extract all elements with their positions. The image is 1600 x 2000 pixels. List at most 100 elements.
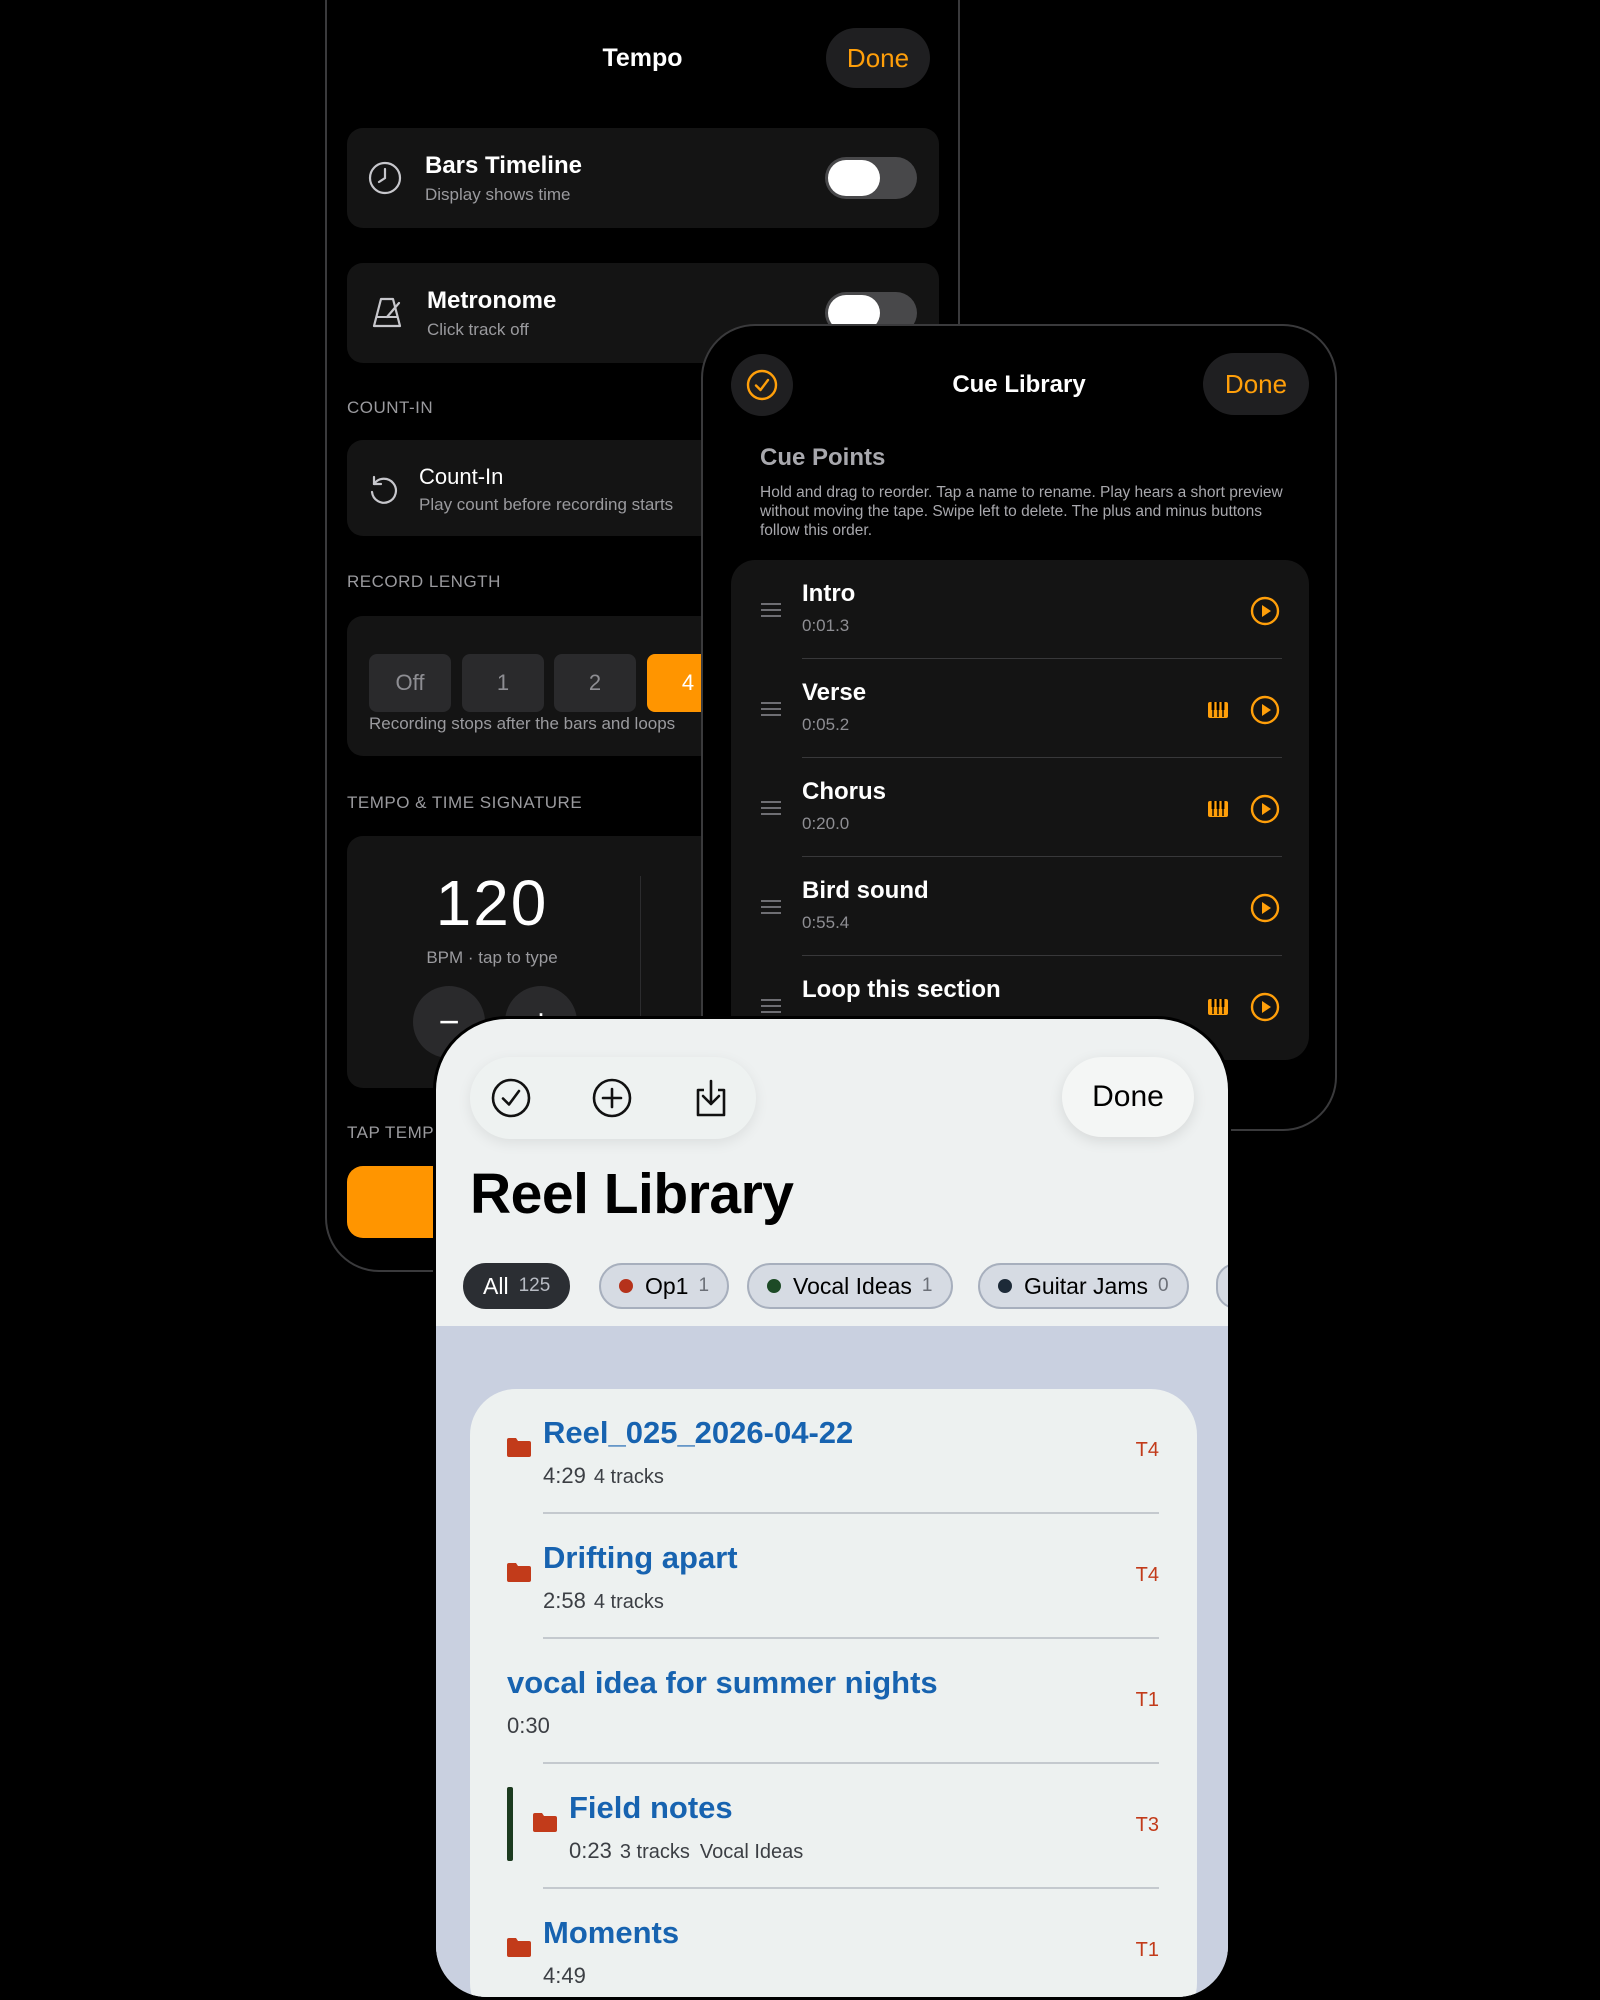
cue-row[interactable]: Bird sound 0:55.4 <box>731 857 1309 956</box>
metronome-icon <box>372 297 402 328</box>
take-badge: T4 <box>1135 1564 1159 1586</box>
drag-handle-icon[interactable] <box>761 900 781 918</box>
collection-color-bar <box>507 1787 513 1861</box>
folder-icon <box>507 1938 531 1957</box>
play-icon[interactable] <box>1249 793 1281 825</box>
chip-label: Op1 <box>645 1272 689 1299</box>
tap-tempo-section-label: TAP TEMP <box>347 1123 435 1142</box>
reel-library-panel: Done Reel Library All 125 Op1 1 Vocal Id… <box>433 1016 1231 2000</box>
play-icon[interactable] <box>1249 892 1281 924</box>
color-dot <box>619 1279 633 1293</box>
folder-icon <box>507 1438 531 1457</box>
take-badge: T3 <box>1135 1814 1159 1836</box>
record-length-off[interactable]: Off <box>369 654 451 712</box>
check-circle-icon[interactable] <box>490 1077 532 1119</box>
filter-chip-guitar-jams[interactable]: Guitar Jams 0 <box>978 1263 1189 1309</box>
chip-count: 0 <box>1157 1275 1169 1296</box>
chip-label: Guitar Jams <box>1024 1272 1148 1299</box>
count-in-title: Count-In <box>419 464 504 489</box>
color-dot <box>998 1279 1012 1293</box>
record-length-section-label: RECORD LENGTH <box>347 572 501 591</box>
bars-timeline-toggle[interactable] <box>825 157 917 199</box>
clock-icon <box>368 161 402 195</box>
filter-chip-all[interactable]: All 125 <box>463 1263 571 1309</box>
reel-name[interactable]: Moments <box>543 1915 679 1951</box>
record-length-1[interactable]: 1 <box>462 654 544 712</box>
cue-library-panel: Cue Library Done Cue Points Hold and dra… <box>701 324 1337 1131</box>
record-length-2[interactable]: 2 <box>554 654 636 712</box>
reel-name[interactable]: Field notes <box>569 1790 733 1826</box>
chip-count: 1 <box>698 1275 710 1296</box>
reel-name[interactable]: Reel_025_2026-04-22 <box>543 1415 853 1451</box>
cue-name[interactable]: Chorus <box>802 778 886 806</box>
rotate-icon <box>370 475 398 504</box>
reel-done-button[interactable]: Done <box>1062 1057 1194 1137</box>
take-badge: T1 <box>1135 1689 1159 1711</box>
play-icon[interactable] <box>1249 991 1281 1023</box>
bpm-divider <box>640 876 641 1016</box>
color-dot <box>767 1279 781 1293</box>
cue-points-description: Hold and drag to reorder. Tap a name to … <box>760 484 1283 539</box>
reel-toolbar <box>470 1057 756 1139</box>
filter-chip-vocal-ideas[interactable]: Vocal Ideas 1 <box>747 1263 953 1309</box>
drag-handle-icon[interactable] <box>761 702 781 720</box>
reel-meta: 4:49 <box>543 1963 586 1988</box>
reel-row[interactable]: Reel_025_2026-04-22 4:29 4 tracks T4 <box>470 1389 1197 1514</box>
chip-count: 125 <box>518 1275 551 1296</box>
take-badge: T1 <box>1135 1939 1159 1961</box>
play-icon[interactable] <box>1249 595 1281 627</box>
drag-handle-icon[interactable] <box>761 603 781 621</box>
cue-name[interactable]: Verse <box>802 679 866 707</box>
cue-time: 0:05.2 <box>802 715 850 734</box>
record-length-note: Recording stops after the bars and loops <box>369 714 676 733</box>
chip-label: All <box>483 1272 509 1299</box>
bars-timeline-title: Bars Timeline <box>425 152 582 179</box>
cue-name[interactable]: Bird sound <box>802 877 929 905</box>
piano-keys-icon <box>1208 702 1228 718</box>
bpm-value[interactable]: 120 <box>367 866 617 940</box>
chip-label: Vocal Ideas <box>793 1272 912 1299</box>
cue-list: Intro 0:01.3 Verse 0:05.2 Chorus 0:20.0 … <box>731 560 1309 1060</box>
tempo-done-button[interactable]: Done <box>826 28 930 88</box>
cue-points-heading: Cue Points <box>760 444 886 471</box>
metronome-title: Metronome <box>427 287 557 314</box>
drag-handle-icon[interactable] <box>761 801 781 819</box>
reel-row[interactable]: Moments 4:49 T1 <box>470 1889 1197 1997</box>
reel-name[interactable]: Drifting apart <box>543 1540 738 1576</box>
reel-meta: 0:23 3 tracks Vocal Ideas <box>569 1838 804 1863</box>
cue-row[interactable]: Intro 0:01.3 <box>731 560 1309 659</box>
play-icon[interactable] <box>1249 694 1281 726</box>
folder-icon <box>533 1813 557 1832</box>
reel-row[interactable]: Drifting apart 2:58 4 tracks T4 <box>470 1514 1197 1639</box>
reel-meta: 0:30 <box>507 1713 550 1738</box>
cue-name[interactable]: Loop this section <box>802 976 1001 1004</box>
folder-icon <box>507 1563 531 1582</box>
filter-chip-op1[interactable]: Op1 1 <box>599 1263 730 1309</box>
metronome-subtitle: Click track off <box>427 320 529 339</box>
reel-list: Reel_025_2026-04-22 4:29 4 tracks T4 Drif… <box>470 1389 1197 1997</box>
cue-done-button[interactable]: Done <box>1203 353 1309 415</box>
cue-time: 0:20.0 <box>802 814 850 833</box>
reel-name[interactable]: vocal idea for summer nights <box>507 1665 938 1701</box>
filter-chip-more[interactable] <box>1216 1263 1228 1309</box>
plus-circle-icon[interactable] <box>591 1077 633 1119</box>
bpm-caption: BPM · tap to type <box>426 948 558 967</box>
bars-timeline-row[interactable]: Bars Timeline Display shows time <box>347 128 939 228</box>
cue-row[interactable]: Chorus 0:20.0 <box>731 758 1309 857</box>
tempo-section-label: TEMPO & TIME SIGNATURE <box>347 793 583 812</box>
count-in-subtitle: Play count before recording starts <box>419 495 674 514</box>
download-icon[interactable] <box>690 1077 732 1119</box>
cue-name[interactable]: Intro <box>802 580 855 608</box>
cue-time: 0:55.4 <box>802 913 850 932</box>
cue-row[interactable]: Verse 0:05.2 <box>731 659 1309 758</box>
take-badge: T4 <box>1135 1439 1159 1461</box>
reel-row[interactable]: vocal idea for summer nights 0:30 T1 <box>470 1639 1197 1764</box>
piano-keys-icon <box>1208 999 1228 1015</box>
chip-count: 1 <box>921 1275 933 1296</box>
reel-library-title: Reel Library <box>470 1162 794 1226</box>
reel-meta: 2:58 4 tracks <box>543 1588 664 1613</box>
cue-time: 0:01.3 <box>802 616 850 635</box>
reel-row[interactable]: Field notes 0:23 3 tracks Vocal Ideas T3 <box>470 1764 1197 1889</box>
piano-keys-icon <box>1208 801 1228 817</box>
drag-handle-icon[interactable] <box>761 999 781 1017</box>
